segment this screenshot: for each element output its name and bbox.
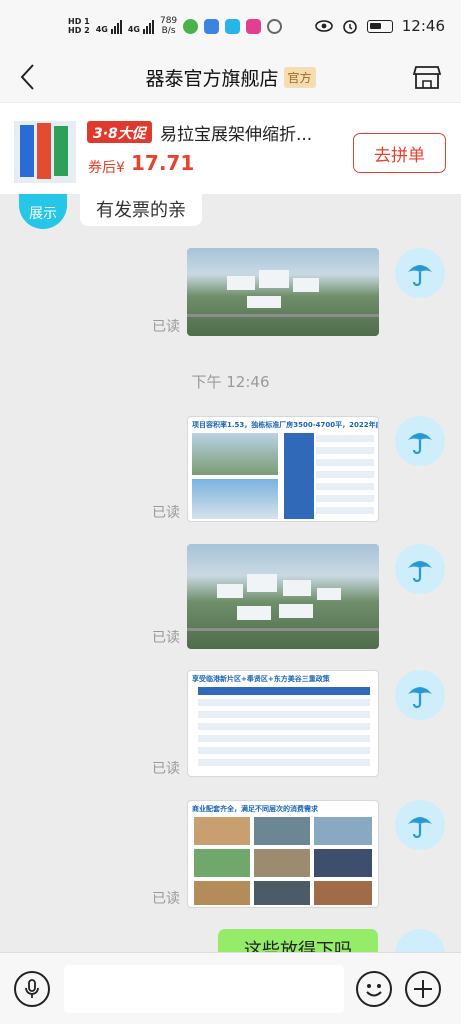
image-message[interactable] <box>187 544 379 649</box>
outgoing-message[interactable]: 这些放得下吗 <box>218 929 378 952</box>
emoji-button[interactable] <box>356 971 392 1007</box>
alarm-icon <box>342 20 357 34</box>
chevron-left-icon <box>20 64 34 90</box>
my-avatar[interactable] <box>395 416 445 466</box>
store-button[interactable] <box>412 64 442 90</box>
my-avatar[interactable] <box>395 670 445 720</box>
read-status: 已读 <box>152 761 180 777</box>
more-button[interactable] <box>405 971 441 1007</box>
clock: 12:46 <box>401 17 445 35</box>
umbrella-icon <box>408 561 432 583</box>
back-button[interactable] <box>14 62 40 92</box>
my-avatar[interactable] <box>395 800 445 850</box>
chat-app-icon <box>204 18 220 34</box>
read-status: 已读 <box>152 505 180 521</box>
hd1-label: HD 1 <box>68 17 90 26</box>
nav-bar: 器泰官方旗舰店 官方 <box>0 52 461 102</box>
wechat-icon <box>183 18 199 34</box>
pink-app-icon <box>246 18 262 34</box>
doc-title: 项目容积率1.53，独栋标准厂房3500-4700平，2022年底交付 <box>192 421 378 429</box>
message-input[interactable] <box>64 965 344 1013</box>
speed-value: 789 <box>159 16 178 26</box>
image-message[interactable]: 项目容积率1.53，独栋标准厂房3500-4700平，2022年底交付 <box>187 416 379 522</box>
official-badge: 官方 <box>283 66 316 88</box>
product-price: 17.71 <box>131 151 195 175</box>
network-1-label: 4G <box>95 25 108 34</box>
timestamp: 下午 12:46 <box>191 373 270 391</box>
network-2-label: 4G <box>127 25 140 34</box>
doc-title: 享受临港新片区+奉贤区+东方美谷三重政策 <box>192 675 330 683</box>
product-name: 易拉宝展架伸缩折... <box>160 125 313 145</box>
group-buy-button[interactable]: 去拼单 <box>353 133 446 173</box>
umbrella-icon <box>408 817 432 839</box>
my-avatar[interactable] <box>395 929 445 952</box>
eye-icon <box>314 20 333 32</box>
shop-avatar[interactable]: 展示 <box>19 194 67 229</box>
chat-area[interactable]: 展示 有发票的亲 已读 下午 12:46 项目容积率1.53，独栋标准厂房350… <box>0 194 461 952</box>
umbrella-icon <box>408 265 432 287</box>
storefront-icon <box>412 66 442 89</box>
ring-app-icon <box>267 18 283 34</box>
image-message[interactable]: 商业配套齐全，满足不同层次的消费需求 <box>187 800 379 908</box>
input-bar <box>0 952 461 1024</box>
umbrella-icon <box>408 687 432 709</box>
status-bar: HD 1 HD 2 4G 4G 789 B/s 12:46 <box>0 0 461 52</box>
product-thumbnail[interactable] <box>14 121 76 183</box>
image-message[interactable]: 享受临港新片区+奉贤区+东方美谷三重政策 <box>187 670 379 777</box>
read-status: 已读 <box>152 891 180 907</box>
hd-indicators: HD 1 HD 2 <box>68 17 90 35</box>
voice-button[interactable] <box>14 971 50 1007</box>
battery-icon <box>366 19 393 33</box>
signal-2-icon: 4G <box>128 18 154 34</box>
read-status: 已读 <box>152 319 180 335</box>
plus-circle-icon <box>414 980 432 998</box>
signal-1-icon: 4G <box>96 18 122 34</box>
coupon-label: 券后¥ <box>88 160 125 176</box>
microphone-icon <box>25 979 39 998</box>
blue-app-icon <box>225 18 241 34</box>
promo-badge: 3·8大促 <box>87 121 152 143</box>
product-card[interactable]: 3·8大促 易拉宝展架伸缩折... 券后¥ 17.71 去拼单 <box>0 102 461 194</box>
image-message[interactable] <box>187 248 379 336</box>
speed-unit: B/s <box>161 26 176 36</box>
hd2-label: HD 2 <box>68 26 90 35</box>
umbrella-icon <box>408 433 432 455</box>
my-avatar[interactable] <box>395 248 445 298</box>
incoming-message[interactable]: 有发票的亲 <box>80 194 202 226</box>
network-speed: 789 B/s <box>160 16 177 36</box>
page-title: 器泰官方旗舰店 <box>145 67 279 90</box>
smiley-icon <box>366 984 382 997</box>
doc-title: 商业配套齐全，满足不同层次的消费需求 <box>192 805 318 813</box>
my-avatar[interactable] <box>395 544 445 594</box>
read-status: 已读 <box>152 630 180 646</box>
